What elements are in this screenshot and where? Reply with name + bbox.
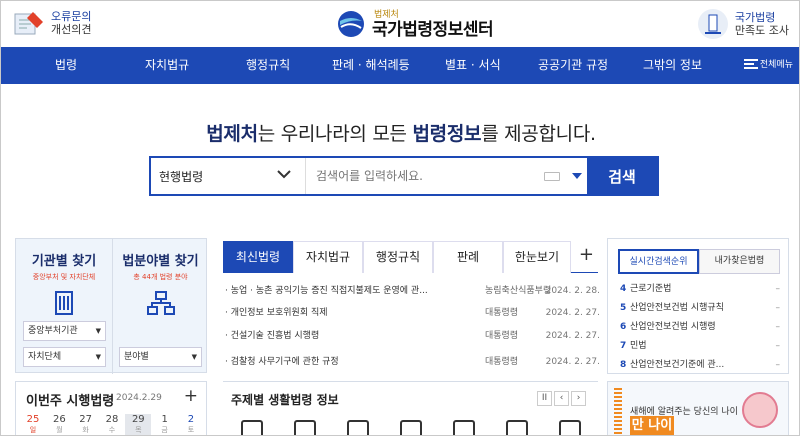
day-cell[interactable]: 2토 [178, 414, 204, 435]
search-scope-select[interactable]: 현행법령 [151, 158, 306, 194]
nav-item-local-laws[interactable]: 자치법규 [145, 47, 189, 84]
feedback-icon [14, 12, 43, 35]
search-bar: 현행법령 검색 [149, 156, 659, 196]
day-cell[interactable]: 27 화 [73, 414, 99, 435]
age-banner[interactable]: 새해에 알려주는 당신의 나이 만 나이 [607, 381, 789, 435]
chevron-left-icon[interactable]: ‹ [554, 391, 569, 406]
survey-link[interactable]: 국가법령 만족도 조사 [695, 7, 789, 41]
mascot-icon [742, 392, 778, 428]
list-item[interactable]: · 농업 · 농촌 공익기능 증진 직접지불제도 운영에 관... 농림축산식품부… [225, 283, 600, 299]
banner-headline: 만 나이 [630, 416, 674, 435]
caret-down-icon: ▼ [191, 353, 197, 361]
day-cell[interactable]: 26 월 [46, 414, 72, 435]
latest-tabs: 최신법령 자치법규 행정규칙 판례 한눈보기 + [223, 241, 598, 273]
briefcase-icon[interactable] [400, 420, 422, 435]
logo-sub: 법제처 [374, 10, 399, 20]
tab-precedents[interactable]: 판례 [433, 241, 503, 273]
hero-tagline: 법제처는 우리나라의 모든 법령정보를 제공합니다. [206, 123, 596, 145]
dropdown-arrow-icon[interactable] [572, 173, 582, 179]
nav-item-laws[interactable]: 법령 [55, 47, 77, 84]
day-cell[interactable]: 1금 [152, 414, 178, 435]
life-law-panel: 주제별 생활법령 정보 II ‹ › [223, 381, 598, 435]
money-bag-icon[interactable] [347, 420, 369, 435]
search-scope-value: 현행법령 [159, 169, 204, 184]
page-frame: 오류문의 개선의견 법제처 국가법령정보센터 국가법령 만족도 조사 법령 자치… [0, 0, 800, 436]
plus-icon[interactable]: + [184, 386, 198, 406]
tab-realtime-search[interactable]: 실시간검색순위 [618, 249, 699, 274]
central-agency-select[interactable]: 중앙부처기관 ▼ [23, 321, 106, 341]
nav-item-forms[interactable]: 별표 · 서식 [445, 47, 501, 84]
field-finder-title: 법분야별 찾기 [122, 254, 199, 269]
day-cell[interactable]: 25 일 [20, 414, 46, 435]
feedback-label: 오류문의 개선의견 [51, 10, 92, 36]
building-icon [55, 291, 73, 315]
shop-icon[interactable] [453, 420, 475, 435]
day-cell-selected[interactable]: 29 목 [125, 414, 152, 435]
hamburger-icon [743, 58, 758, 70]
caret-down-icon: ▼ [95, 353, 101, 361]
site-logo[interactable]: 법제처 국가법령정보센터 [336, 7, 494, 40]
local-gov-select[interactable]: 자치단체 ▼ [23, 347, 106, 367]
house-icon[interactable] [241, 420, 263, 435]
tab-overview[interactable]: 한눈보기 [503, 241, 571, 273]
ranking-item[interactable]: 7 민법 – [620, 339, 780, 353]
tab-admin-rules[interactable]: 행정규칙 [363, 241, 433, 273]
weekly-laws-title: 이번주 시행법령 [26, 394, 115, 409]
life-law-title: 주제별 생활법령 정보 [231, 393, 339, 407]
ranking-panel: 실시간검색순위 내가찾은법령 4 근로기준법 – 5 산업안전보건법 시행규칙 – 6산… [607, 238, 789, 374]
caret-down-icon: ▼ [95, 327, 101, 335]
plus-icon[interactable]: + [579, 244, 594, 265]
search-button[interactable]: 검색 [587, 158, 657, 194]
list-item[interactable]: · 검찰청 사무기구에 관한 규정 대통령령 2024. 2. 27. [225, 354, 600, 370]
globe-logo-icon [338, 10, 364, 37]
ranking-item[interactable]: 6 산업안전보건법 시행령 – [620, 320, 780, 334]
chevron-down-icon [277, 170, 291, 179]
weekly-laws-panel: 이번주 시행법령 2024.2.29 + 25 일 26 월 27 화 28 수 29 목… [15, 381, 207, 435]
nav-item-precedents[interactable]: 판례 · 해석례등 [332, 47, 410, 84]
globe-icon[interactable] [506, 420, 528, 435]
agency-finder-sub: 중앙부처 및 자치단체 [32, 273, 96, 281]
family-icon[interactable] [294, 420, 316, 435]
site-header: 오류문의 개선의견 법제처 국가법령정보센터 국가법령 만족도 조사 [1, 1, 799, 47]
ranking-item[interactable]: 5 산업안전보건법 시행규칙 – [620, 301, 780, 315]
ranking-item[interactable]: 8 산업안전보건기준에 관... – [620, 358, 780, 372]
tab-latest-laws[interactable]: 최신법령 [223, 241, 293, 273]
topic-icon-row [241, 420, 581, 435]
carousel-controls: II ‹ › [535, 391, 586, 406]
keyboard-icon[interactable] [544, 172, 560, 181]
chevron-right-icon[interactable]: › [571, 391, 586, 406]
banner-pattern [614, 388, 622, 435]
main-nav: 법령 자치법규 행정규칙 판례 · 해석례등 별표 · 서식 공공기관 규정 그… [1, 47, 799, 84]
org-chart-icon [146, 291, 175, 315]
week-day-list: 25 일 26 월 27 화 28 수 29 목 1금 2토 [20, 414, 204, 435]
survey-icon [697, 9, 728, 39]
nav-item-other-info[interactable]: 그밖의 정보 [643, 47, 702, 84]
finder-panel: 기관별 찾기 중앙부처 및 자치단체 법분야별 찾기 총 44개 법령 분야 중… [15, 238, 207, 374]
survey-label: 국가법령 만족도 조사 [734, 11, 789, 37]
nav-item-admin-rules[interactable]: 행정규칙 [246, 47, 290, 84]
ranking-tabs: 실시간검색순위 내가찾은법령 [618, 249, 780, 274]
all-menu-button[interactable]: 전체메뉴 [743, 57, 793, 70]
pause-icon[interactable]: II [537, 391, 552, 406]
field-select[interactable]: 분야별 ▼ [119, 347, 202, 367]
list-item[interactable]: · 개인정보 보호위원회 직제 대통령령 2024. 2. 27. [225, 305, 600, 321]
feedback-link[interactable]: 오류문의 개선의견 [13, 8, 91, 38]
tab-local-laws[interactable]: 자치법규 [293, 241, 363, 273]
tab-my-laws[interactable]: 내가찾은법령 [699, 249, 780, 274]
field-finder-sub: 총 44개 법령 분야 [133, 273, 188, 281]
agency-finder-title: 기관별 찾기 [31, 254, 97, 269]
basket-icon[interactable] [559, 420, 581, 435]
ranking-item[interactable]: 4 근로기준법 – [620, 282, 780, 296]
list-item[interactable]: · 건설기술 진흥법 시행령 대통령령 2024. 2. 27. [225, 328, 600, 344]
all-menu-label: 전체메뉴 [759, 60, 793, 70]
weekly-laws-date: 2024.2.29 [116, 393, 162, 403]
nav-item-public-rules[interactable]: 공공기관 규정 [538, 47, 608, 84]
day-cell[interactable]: 28 수 [99, 414, 125, 435]
